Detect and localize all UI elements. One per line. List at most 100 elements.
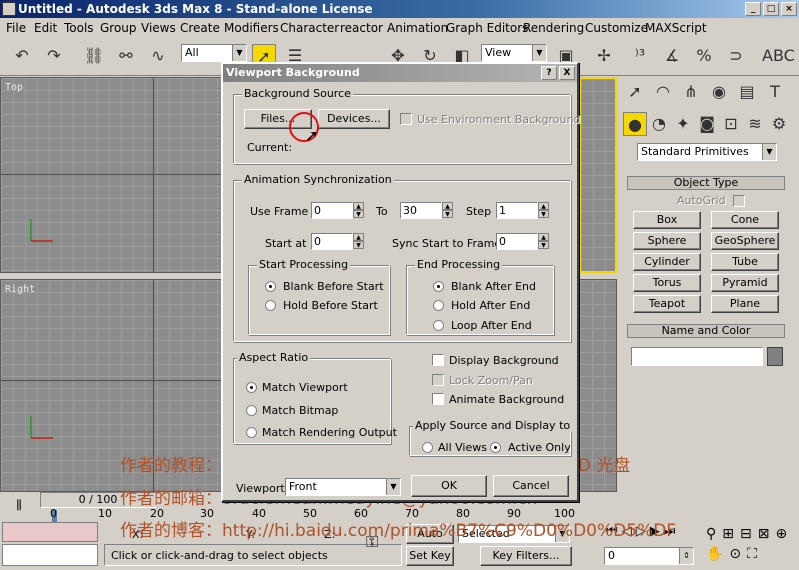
menu-animation[interactable]: Animation	[387, 21, 448, 35]
dialog-close-button[interactable]: X	[559, 66, 575, 80]
active-only-radio[interactable]	[490, 442, 501, 453]
all-views-label[interactable]: All Views	[438, 441, 487, 454]
close-button[interactable]: ×	[781, 2, 797, 16]
track-bar-icon[interactable]: ⫼	[8, 498, 30, 514]
menu-graph-editors[interactable]: Graph Editors	[446, 21, 528, 35]
loop-after-end-label[interactable]: Loop After End	[451, 319, 532, 332]
menu-views[interactable]: Views	[141, 21, 176, 35]
cylinder-button[interactable]: Cylinder	[633, 253, 701, 271]
selection-filter-dropdown[interactable]: All ▼	[181, 44, 247, 62]
dialog-title-bar[interactable]: Viewport Background ? X	[223, 64, 577, 82]
menu-customize[interactable]: Customize	[585, 21, 648, 35]
category-dropdown[interactable]: Standard Primitives ▼	[637, 143, 777, 161]
spinner-arrows-icon[interactable]: ▲ ▼	[538, 202, 549, 219]
menu-tools[interactable]: Tools	[64, 21, 94, 35]
step-spinner[interactable]: 1 ▲ ▼	[496, 202, 549, 219]
unlink-icon[interactable]: ⚯	[114, 44, 138, 68]
angle-snap-icon[interactable]: ∡	[660, 44, 684, 68]
spinner-arrows-icon[interactable]: ▲ ▼	[353, 233, 364, 250]
title-bar[interactable]: Untitled - Autodesk 3ds Max 8 - Stand-al…	[0, 0, 799, 18]
select-manipulate-icon[interactable]: ✢	[592, 44, 616, 68]
menu-edit[interactable]: Edit	[34, 21, 57, 35]
autogrid-checkbox[interactable]	[733, 195, 745, 207]
display-tab-icon[interactable]: ▤	[735, 80, 759, 104]
box-button[interactable]: Box	[633, 211, 701, 229]
geometry-icon[interactable]: ●	[623, 112, 647, 136]
app-icon[interactable]	[2, 2, 16, 16]
display-background-label[interactable]: Display Background	[449, 354, 559, 367]
match-rendering-output-radio[interactable]	[246, 427, 257, 438]
named-selection-icon[interactable]: ABC	[762, 44, 795, 68]
plane-button[interactable]: Plane	[711, 295, 779, 313]
menu-modifiers[interactable]: Modifiers	[224, 21, 279, 35]
viewport-top[interactable]: Top	[0, 77, 222, 273]
viewport-navigation-controls[interactable]: ⚲⊞⊟⊠⊕✋⊙⛶	[706, 524, 796, 564]
display-background-checkbox[interactable]	[432, 354, 444, 366]
animate-background-label[interactable]: Animate Background	[449, 393, 564, 406]
tube-button[interactable]: Tube	[711, 253, 779, 271]
hold-before-start-radio[interactable]	[265, 300, 276, 311]
minimize-button[interactable]: _	[745, 2, 761, 16]
menu-character[interactable]: Character	[280, 21, 339, 35]
blank-after-end-radio[interactable]	[433, 281, 444, 292]
hierarchy-tab-icon[interactable]: ⋔	[679, 80, 703, 104]
viewport-front[interactable]	[579, 77, 617, 273]
hold-after-end-label[interactable]: Hold After End	[451, 299, 530, 312]
cancel-button[interactable]: Cancel	[493, 475, 569, 497]
percent-snap-icon[interactable]: %	[692, 44, 716, 68]
name-and-color-rollout[interactable]: Name and Color	[627, 324, 785, 338]
maxscript-listener-mini[interactable]	[2, 522, 98, 542]
maximize-button[interactable]: □	[763, 2, 779, 16]
geosphere-button[interactable]: GeoSphere	[711, 232, 779, 250]
modify-tab-icon[interactable]: ◠	[651, 80, 675, 104]
space-warps-icon[interactable]: ≋	[743, 112, 767, 136]
cone-button[interactable]: Cone	[711, 211, 779, 229]
hold-before-start-label[interactable]: Hold Before Start	[283, 299, 378, 312]
key-filters-button[interactable]: Key Filters...	[480, 546, 572, 566]
active-only-label[interactable]: Active Only	[508, 441, 571, 454]
pyramid-button[interactable]: Pyramid	[711, 274, 779, 292]
helpers-icon[interactable]: ⊡	[719, 112, 743, 136]
start-at-spinner[interactable]: 0 ▲ ▼	[311, 233, 364, 250]
sync-start-spinner[interactable]: 0 ▲ ▼	[496, 233, 549, 250]
lights-icon[interactable]: ✦	[671, 112, 695, 136]
bind-space-warp-icon[interactable]: ∿	[146, 44, 170, 68]
hold-after-end-radio[interactable]	[433, 300, 444, 311]
blank-after-end-label[interactable]: Blank After End	[451, 280, 536, 293]
reference-coordinate-dropdown[interactable]: View ▼	[481, 44, 547, 62]
spinner-arrows-icon[interactable]: ▲ ▼	[538, 233, 549, 250]
menu-rendering[interactable]: Rendering	[523, 21, 584, 35]
shapes-icon[interactable]: ◔	[647, 112, 671, 136]
blank-before-start-label[interactable]: Blank Before Start	[283, 280, 384, 293]
animate-background-checkbox[interactable]	[432, 393, 444, 405]
maxscript-output-mini[interactable]	[2, 544, 98, 566]
menu-create[interactable]: Create	[180, 21, 220, 35]
utilities-tab-icon[interactable]: T	[763, 80, 787, 104]
match-bitmap-radio[interactable]	[246, 405, 257, 416]
menu-reactor[interactable]: reactor	[340, 21, 383, 35]
use-frame-spinner[interactable]: 0 ▲ ▼	[311, 202, 364, 219]
redo-icon[interactable]: ↷	[42, 44, 66, 68]
snap-toggle-icon[interactable]: ⁾³	[628, 44, 652, 68]
viewport-right-label[interactable]: Right	[5, 284, 35, 295]
blank-before-start-radio[interactable]	[265, 281, 276, 292]
devices-button[interactable]: Devices...	[318, 109, 390, 129]
viewport-dropdown[interactable]: Front ▼	[285, 478, 401, 496]
lock-zoom-pan-checkbox[interactable]	[432, 374, 444, 386]
sphere-button[interactable]: Sphere	[633, 232, 701, 250]
spinner-arrows-icon[interactable]: ▲ ▼	[442, 202, 453, 219]
menu-group[interactable]: Group	[100, 21, 137, 35]
to-spinner[interactable]: 30 ▲ ▼	[400, 202, 453, 219]
menu-file[interactable]: File	[6, 21, 26, 35]
teapot-button[interactable]: Teapot	[633, 295, 701, 313]
loop-after-end-radio[interactable]	[433, 320, 444, 331]
undo-icon[interactable]: ↶	[10, 44, 34, 68]
help-button[interactable]: ?	[541, 66, 557, 80]
current-frame-spinner[interactable]: 0 ⇕	[604, 547, 694, 565]
ok-button[interactable]: OK	[411, 475, 487, 497]
match-viewport-radio[interactable]	[246, 382, 257, 393]
torus-button[interactable]: Torus	[633, 274, 701, 292]
spinner-snap-icon[interactable]: ⊃	[724, 44, 748, 68]
object-type-rollout[interactable]: Object Type	[627, 176, 785, 190]
create-tab-icon[interactable]: ➚	[623, 80, 647, 104]
